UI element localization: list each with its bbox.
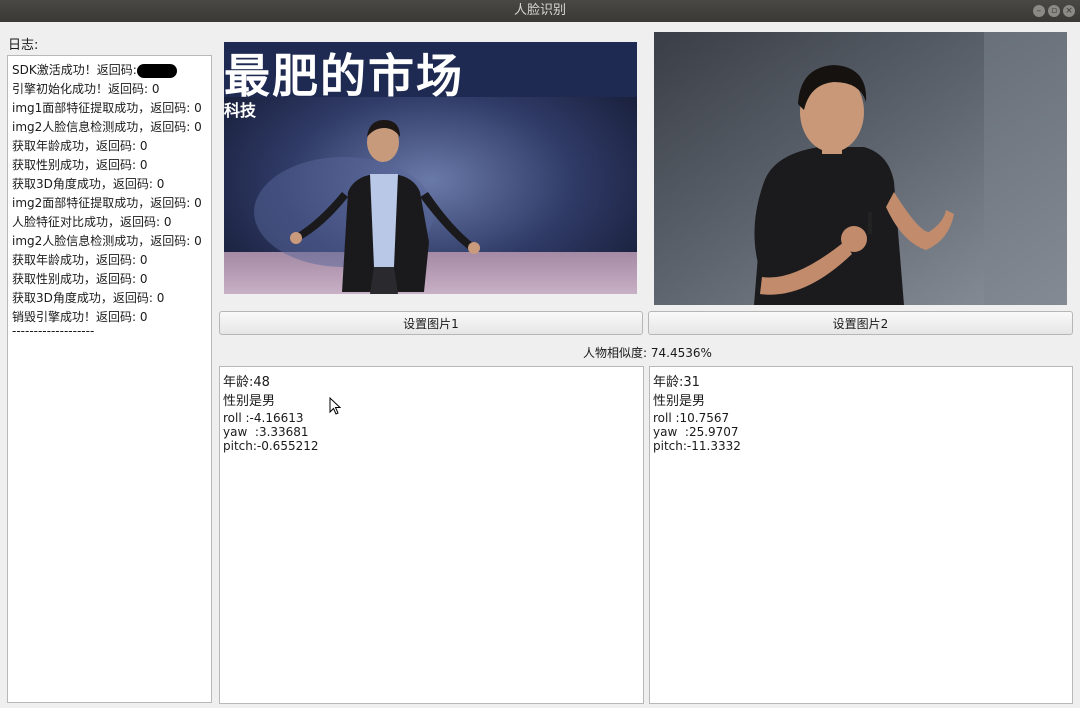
image1-preview: 最肥的市场 科技 — [224, 42, 637, 294]
log-line: 获取3D角度成功，返回码: 0 — [12, 177, 165, 191]
result1-age: 年龄:48 — [223, 375, 270, 390]
image1-banner-text: 最肥的市场 — [224, 49, 464, 103]
maximize-icon[interactable]: ▫ — [1048, 5, 1060, 17]
result1-yaw: yaw :3.33681 — [223, 425, 309, 439]
log-line: 获取性别成功，返回码: 0 — [12, 158, 148, 172]
log-line: img1面部特征提取成功，返回码: 0 — [12, 101, 202, 115]
redacted-code — [136, 63, 177, 78]
log-line: img2人脸信息检测成功，返回码: 0 — [12, 120, 202, 134]
minimize-icon[interactable]: – — [1033, 5, 1045, 17]
log-line: 获取性别成功，返回码: 0 — [12, 272, 148, 286]
window-title: 人脸识别 — [513, 3, 566, 18]
result2-age: 年龄:31 — [653, 375, 700, 390]
log-separator: ------------------- — [12, 324, 95, 338]
set-image2-button[interactable]: 设置图片2 — [648, 311, 1073, 335]
stage-photo-2 — [654, 32, 1067, 305]
log-line: 获取年龄成功，返回码: 0 — [12, 139, 148, 153]
log-line: SDK激活成功！返回码: — [12, 61, 211, 80]
log-line: 引擎初始化成功！返回码: 0 — [12, 82, 160, 96]
log-line: 人脸特征对比成功，返回码: 0 — [12, 215, 172, 229]
close-icon[interactable]: × — [1063, 5, 1075, 17]
window-titlebar: 人脸识别 – ▫ × — [0, 0, 1080, 22]
log-line: img2面部特征提取成功，返回码: 0 — [12, 196, 202, 210]
image1-banner-sub: 科技 — [224, 101, 257, 120]
result1-gender: 性别是男 — [223, 394, 276, 409]
log-label: 日志: — [8, 38, 39, 53]
log-line: img2人脸信息检测成功，返回码: 0 — [12, 234, 202, 248]
result2-gender: 性别是男 — [653, 394, 706, 409]
result2-textbox[interactable]: 年龄:31 性别是男 roll :10.7567 yaw :25.9707 pi… — [649, 366, 1073, 704]
similarity-label: 人物相似度: 74.4536% — [583, 346, 712, 360]
log-textbox[interactable]: SDK激活成功！返回码: 引擎初始化成功！返回码: 0 img1面部特征提取成功… — [7, 55, 212, 703]
set-image1-button[interactable]: 设置图片1 — [219, 311, 643, 335]
result2-yaw: yaw :25.9707 — [653, 425, 739, 439]
mouse-cursor-icon — [329, 397, 341, 415]
result1-roll: roll :-4.16613 — [223, 411, 304, 425]
image2-preview — [654, 32, 1067, 305]
log-line: 获取3D角度成功，返回码: 0 — [12, 291, 165, 305]
log-line: 获取年龄成功，返回码: 0 — [12, 253, 148, 267]
result1-textbox[interactable]: 年龄:48 性别是男 roll :-4.16613 yaw :3.33681 p… — [219, 366, 644, 704]
result2-roll: roll :10.7567 — [653, 411, 730, 425]
result2-pitch: pitch:-11.3332 — [653, 439, 741, 453]
result1-pitch: pitch:-0.655212 — [223, 439, 319, 453]
